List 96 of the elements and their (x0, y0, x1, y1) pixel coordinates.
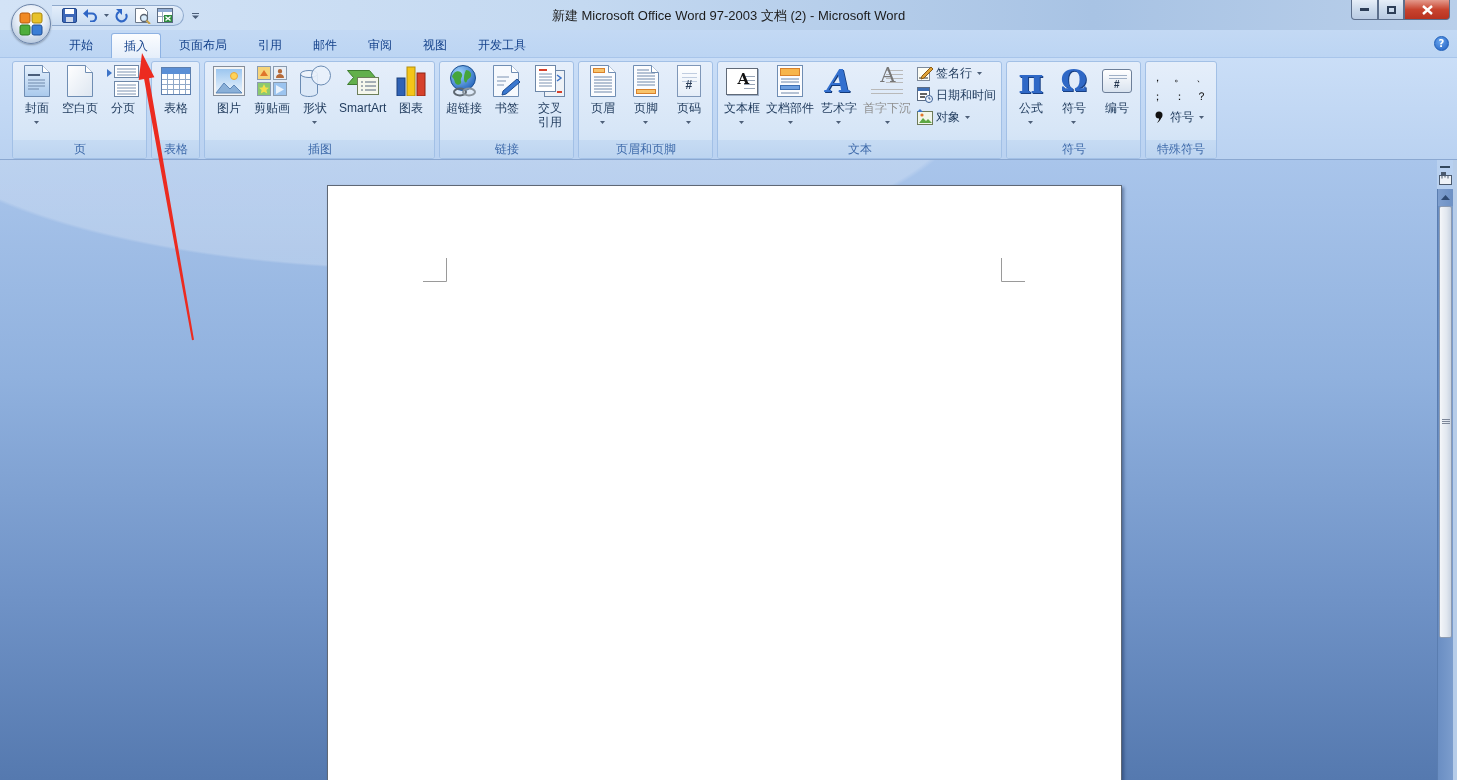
ribbon-button[interactable]: 形状 (293, 62, 336, 138)
page-footer-icon (632, 65, 659, 97)
ribbon-button[interactable]: 文档部件 (763, 62, 818, 138)
ribbon-button[interactable]: 分页 (101, 62, 144, 138)
ribbon-tab[interactable]: 开始 (56, 32, 106, 57)
spreadsheet-icon[interactable] (157, 8, 173, 23)
customize-caret-icon[interactable] (192, 12, 199, 19)
ribbon-button[interactable]: 签名行 (914, 62, 1000, 84)
smartart-icon (346, 67, 379, 95)
page-header-icon (589, 65, 616, 97)
ribbon-button[interactable]: 图片 (207, 62, 250, 138)
page-break-icon (106, 65, 139, 97)
ribbon-tab[interactable]: 视图 (410, 32, 460, 57)
drop-cap-icon: A (871, 65, 904, 97)
undo-icon[interactable] (83, 9, 98, 22)
symbol-button[interactable]: ， (1148, 68, 1171, 87)
restore-icon (1386, 5, 1396, 14)
ribbon-tab[interactable]: 插入 (111, 33, 161, 58)
scroll-up-button[interactable] (1438, 189, 1453, 206)
ribbon-button[interactable]: 超链接 (442, 62, 486, 138)
table-icon (160, 67, 191, 95)
text-box-icon: A (725, 67, 758, 95)
ribbon-button[interactable]: 书签 (485, 62, 529, 138)
wordart-letter-icon: A (822, 65, 855, 97)
page-pen-icon (492, 65, 521, 97)
shapes-icon (298, 65, 331, 97)
group-label: 表格 (152, 140, 199, 158)
ribbon-button[interactable]: 日期和时间 (914, 84, 1000, 106)
ribbon-button[interactable]: 符号 (1148, 106, 1215, 128)
split-handle-icon (1440, 166, 1450, 168)
cover-page-icon (23, 65, 50, 97)
page-magnifier-icon[interactable] (135, 7, 151, 24)
close-button[interactable] (1404, 0, 1450, 20)
ribbon-button[interactable]: A 文本框 (720, 62, 764, 138)
ribbon-button[interactable]: 表格 (154, 62, 197, 138)
group-label: 符号 (1007, 140, 1141, 158)
ribbon-tab[interactable]: 引用 (245, 32, 295, 57)
group-label: 链接 (440, 140, 574, 158)
symbol-button[interactable]: 。 (1170, 68, 1193, 87)
picture-icon (212, 66, 245, 96)
ribbon-button[interactable]: 对象 (914, 106, 1000, 128)
ribbon-button[interactable]: # 编号 (1095, 62, 1139, 138)
ribbon-button[interactable]: 页脚 (624, 62, 668, 138)
vertical-scrollbar[interactable] (1437, 189, 1453, 780)
cross-reference-icon (534, 65, 565, 97)
ribbon-button[interactable]: SmartArt (336, 62, 390, 138)
minimize-icon (1360, 8, 1369, 11)
ribbon-tab[interactable]: 邮件 (300, 32, 350, 57)
corner-mark-icon (422, 258, 447, 282)
ribbon-button[interactable]: 空白页 (58, 62, 101, 138)
ribbon-button[interactable]: 交叉 引用 (528, 62, 572, 138)
ribbon-tab[interactable]: 审阅 (355, 32, 405, 57)
ribbon-button[interactable]: 剪贴画 (250, 62, 293, 138)
symbol-button[interactable]: 、 (1192, 68, 1215, 87)
redo-icon[interactable] (115, 8, 129, 23)
group-label: 页眉和页脚 (579, 140, 713, 158)
close-icon (1421, 4, 1433, 15)
office-logo-icon (19, 12, 43, 36)
bar-chart-icon (395, 66, 426, 96)
bullet-comma-icon (1155, 111, 1164, 123)
group-label: 插图 (205, 140, 435, 158)
ribbon-button[interactable]: A 艺术字 (817, 62, 861, 138)
corner-mark-icon (1000, 258, 1025, 282)
clip-art-icon (256, 66, 287, 96)
ribbon-button[interactable]: Ω 符号 (1052, 62, 1096, 138)
object-icon (917, 109, 934, 125)
ribbon-button[interactable]: 封面 (15, 62, 58, 138)
window-title: 新建 Microsoft Office Word 97-2003 文档 (2) - Microsoft Word (551, 7, 906, 25)
page-number-icon: # (676, 65, 701, 97)
ribbon-tab[interactable]: 页面布局 (166, 32, 240, 57)
blank-page-icon (66, 65, 93, 97)
calendar-clock-icon (917, 87, 934, 103)
ribbon-button[interactable]: 页眉 (581, 62, 625, 138)
document-parts-icon (777, 65, 804, 97)
signature-pen-icon (917, 65, 934, 81)
number-sign-icon: # (1101, 69, 1132, 93)
ruler-toggle-icon[interactable] (1438, 172, 1452, 185)
ribbon-button[interactable]: π 公式 (1009, 62, 1053, 138)
up-arrow-icon (1441, 195, 1450, 200)
ribbon-button[interactable]: # 页码 (667, 62, 711, 138)
caret-icon[interactable] (104, 14, 109, 17)
scroll-thumb[interactable] (1439, 206, 1452, 638)
group-label: 文本 (718, 140, 1002, 158)
group-label: 特殊符号 (1146, 140, 1217, 158)
grip-icon (1441, 419, 1450, 425)
restore-button[interactable] (1378, 0, 1404, 20)
ribbon-button[interactable]: 图表 (389, 62, 433, 138)
pi-icon: π (1014, 65, 1047, 97)
omega-icon: Ω (1057, 65, 1090, 97)
symbol-button[interactable]: ； (1148, 87, 1171, 106)
save-icon[interactable] (62, 8, 77, 23)
minimize-button[interactable] (1351, 0, 1378, 20)
ribbon-tab[interactable]: 开发工具 (465, 32, 539, 57)
symbol-button[interactable]: ？ (1192, 87, 1215, 106)
symbol-button[interactable]: ： (1170, 87, 1193, 106)
group-label: 页 (13, 140, 146, 158)
